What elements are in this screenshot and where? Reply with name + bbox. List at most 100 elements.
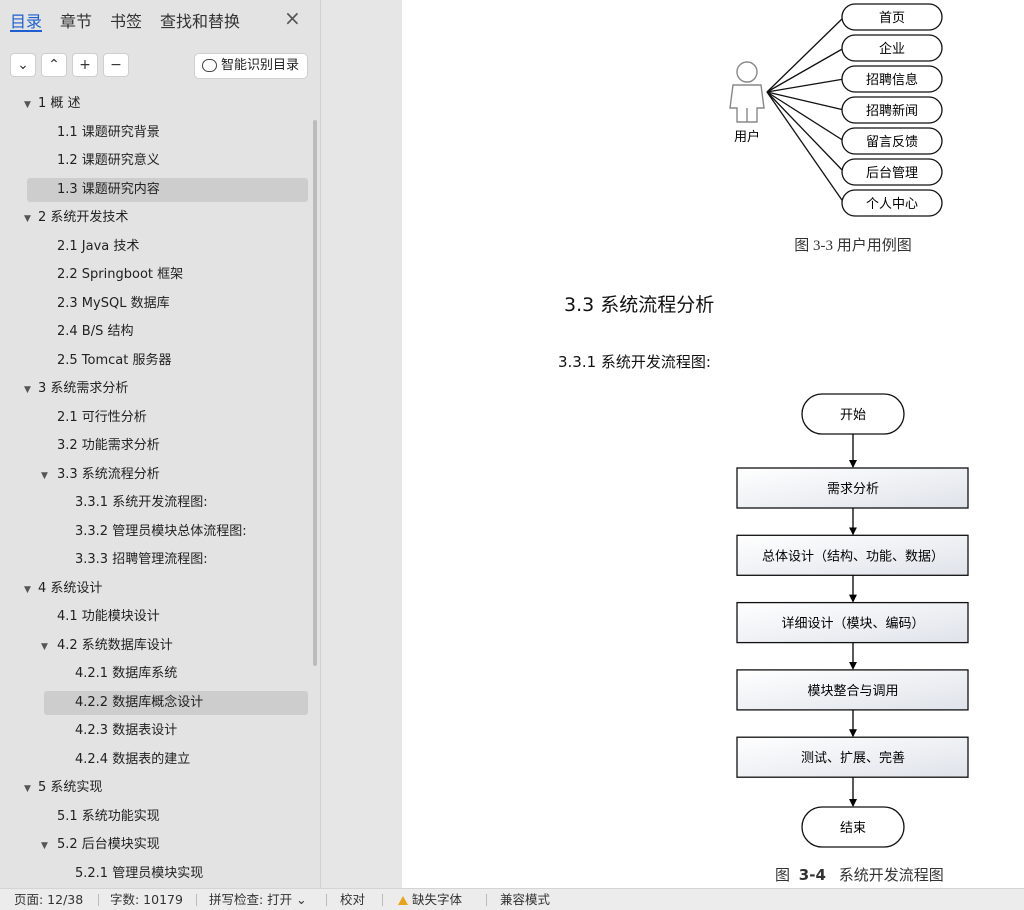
toc-item[interactable]: ▼ 4 系统设计 (0, 575, 321, 604)
toc-item[interactable]: 1.1 课题研究背景 (0, 119, 321, 148)
toc-item[interactable]: ▼ 3 系统需求分析 (0, 375, 321, 404)
collapse-all-button[interactable]: ⌄ (10, 53, 36, 77)
association-line (766, 91, 845, 173)
toc-item[interactable]: ▼ 1 概 述 (0, 90, 321, 119)
toc-item[interactable]: 2.3 MySQL 数据库 (0, 290, 321, 319)
association-line (766, 91, 845, 204)
toc-item[interactable]: 1.2 课题研究意义 (0, 147, 321, 176)
usecase-label: 留言反馈 (866, 134, 918, 149)
expand-arrow-icon[interactable]: ▼ (24, 585, 31, 595)
toc-item[interactable]: 4.2.4 数据表的建立 (0, 746, 321, 775)
toc-item[interactable]: 3.2 功能需求分析 (0, 432, 321, 461)
expand-arrow-icon[interactable]: ▼ (24, 100, 31, 110)
toc-item-label: 2.1 可行性分析 (57, 409, 147, 425)
toc-item[interactable]: 2.4 B/S 结构 (0, 318, 321, 347)
expand-arrow-icon[interactable]: ▼ (24, 214, 31, 224)
toc-item[interactable]: 2.1 可行性分析 (0, 404, 321, 433)
close-pane-button[interactable]: × (284, 6, 301, 30)
usecase-node: 个人中心 (841, 189, 943, 217)
tab-toc[interactable]: 目录 (10, 8, 42, 32)
usecase-node: 留言反馈 (841, 127, 943, 155)
toc-item-label: 2.2 Springboot 框架 (57, 267, 184, 282)
active-tab-indicator (10, 30, 42, 32)
word-count[interactable]: 字数: 10179 (110, 889, 183, 910)
toc-item-label: 4.2.4 数据表的建立 (75, 751, 191, 767)
expand-arrow-icon[interactable]: ▼ (41, 642, 48, 652)
toc-item-label: 3.3.1 系统开发流程图: (75, 495, 208, 510)
toc-item[interactable]: 4.2.1 数据库系统 (0, 660, 321, 689)
association-lines (766, 16, 845, 204)
expand-arrow-icon[interactable]: ▼ (24, 385, 31, 395)
toc-item-label: 2.1 Java 技术 (57, 238, 140, 254)
usecase-node: 招聘信息 (841, 65, 943, 93)
usecase-node: 招聘新闻 (841, 96, 943, 124)
divider (382, 894, 383, 906)
usecase-label: 后台管理 (866, 165, 918, 180)
toc-item[interactable]: ▼ 2 系统开发技术 (0, 204, 321, 233)
toc-scrollbar[interactable] (313, 120, 317, 666)
flow-step: 模块整合与调用 (736, 669, 969, 711)
toc-item[interactable]: 3.3.3 招聘管理流程图: (0, 546, 321, 575)
toc-tree: ▼ 1 概 述 1.1 课题研究背景 1.2 课题研究意义 1.3 课题研究内容 ▼ 2 系… (0, 90, 321, 888)
flow-step: 需求分析 (736, 467, 969, 509)
toc-item-label: 5.1 系统功能实现 (57, 808, 160, 824)
toc-item-label: 1.1 课题研究背景 (57, 124, 160, 140)
flow-step: 总体设计（结构、功能、数据） (736, 534, 969, 576)
smart-toc-label: 智能识别目录 (221, 58, 300, 73)
spell-check-toggle[interactable]: 拼写检查: 打开 ⌄ (209, 889, 307, 910)
toc-item[interactable]: 5.1 系统功能实现 (0, 803, 321, 832)
usecase-label: 招聘新闻 (866, 103, 918, 118)
missing-font-button[interactable]: 缺失字体 (398, 889, 462, 910)
status-bar: 页面: 12/38 字数: 10179 拼写检查: 打开 ⌄ 校对 缺失字体 兼… (0, 888, 1024, 910)
expand-arrow-icon[interactable]: ▼ (41, 471, 48, 481)
minus-icon: − (110, 57, 122, 73)
toc-item[interactable]: 4.2.3 数据表设计 (0, 717, 321, 746)
actor-label: 用户 (734, 129, 760, 144)
tab-chapters[interactable]: 章节 (60, 8, 92, 32)
toc-item-label: 5 系统实现 (38, 780, 103, 795)
divider (98, 894, 99, 906)
document-canvas: 用户 首页企业招聘信息招聘新闻留言反馈后台管理个人中心 图 3-3 用户用例图 … (558, 3, 969, 884)
usecase-label: 企业 (879, 41, 905, 56)
add-heading-button[interactable]: + (72, 53, 98, 77)
smart-toc-button[interactable]: 智能识别目录 (194, 53, 308, 79)
toc-item[interactable]: 3.3.1 系统开发流程图: (0, 489, 321, 518)
toc-item[interactable]: 1.3 课题研究内容 (0, 176, 321, 205)
toc-item[interactable]: ▼ 4.2 系统数据库设计 (0, 632, 321, 661)
toc-item[interactable]: ▼ 5 系统实现 (0, 774, 321, 803)
remove-heading-button[interactable]: − (103, 53, 129, 77)
toc-item-label: 3.2 功能需求分析 (57, 438, 160, 453)
usecase-list: 首页企业招聘信息招聘新闻留言反馈后台管理个人中心 (841, 3, 943, 217)
toc-item[interactable]: ▼ 5.2 后台模块实现 (0, 831, 321, 860)
compat-mode-indicator: 兼容模式 (500, 892, 551, 907)
tab-find-replace[interactable]: 查找和替换 (160, 8, 240, 32)
toc-item-label: 1 概 述 (38, 96, 81, 111)
toc-item[interactable]: 5.2.1 管理员模块实现 (0, 860, 321, 889)
tab-bookmarks[interactable]: 书签 (110, 8, 142, 32)
toc-item[interactable]: 3.3.2 管理员模块总体流程图: (0, 518, 321, 547)
toc-item-label: 2.5 Tomcat 服务器 (57, 352, 172, 368)
toc-item[interactable]: ▼ 3.3 系统流程分析 (0, 461, 321, 490)
proofread-button[interactable]: 校对 (340, 889, 365, 910)
toc-item[interactable]: 2.1 Java 技术 (0, 233, 321, 262)
toc-item[interactable]: 4.1 功能模块设计 (0, 603, 321, 632)
expand-arrow-icon[interactable]: ▼ (24, 784, 31, 794)
toc-item-label: 3.3.2 管理员模块总体流程图: (75, 523, 247, 539)
page-indicator[interactable]: 页面: 12/38 (14, 889, 83, 910)
usecase-label: 招聘信息 (866, 72, 918, 87)
expand-arrow-icon[interactable]: ▼ (41, 841, 48, 851)
plus-icon: + (79, 57, 91, 73)
chevron-up-icon: ⌃ (48, 57, 60, 73)
toc-item[interactable]: 2.2 Springboot 框架 (0, 261, 321, 290)
flow-caption-text: 系统开发流程图 (839, 866, 944, 884)
toc-item[interactable]: 2.5 Tomcat 服务器 (0, 347, 321, 376)
toc-item-label: 2.3 MySQL 数据库 (57, 295, 170, 311)
flow-start-label: 开始 (840, 408, 866, 423)
toc-item[interactable]: 4.2.2 数据库概念设计 (0, 689, 321, 718)
usecase-label: 首页 (879, 10, 905, 25)
expand-button[interactable]: ⌃ (41, 53, 67, 77)
usecase-label: 个人中心 (866, 196, 918, 211)
pane-tabs: 目录 章节 书签 查找和替换 × (0, 0, 321, 40)
divider (326, 894, 327, 906)
flow-caption-prefix: 图 (775, 866, 790, 884)
